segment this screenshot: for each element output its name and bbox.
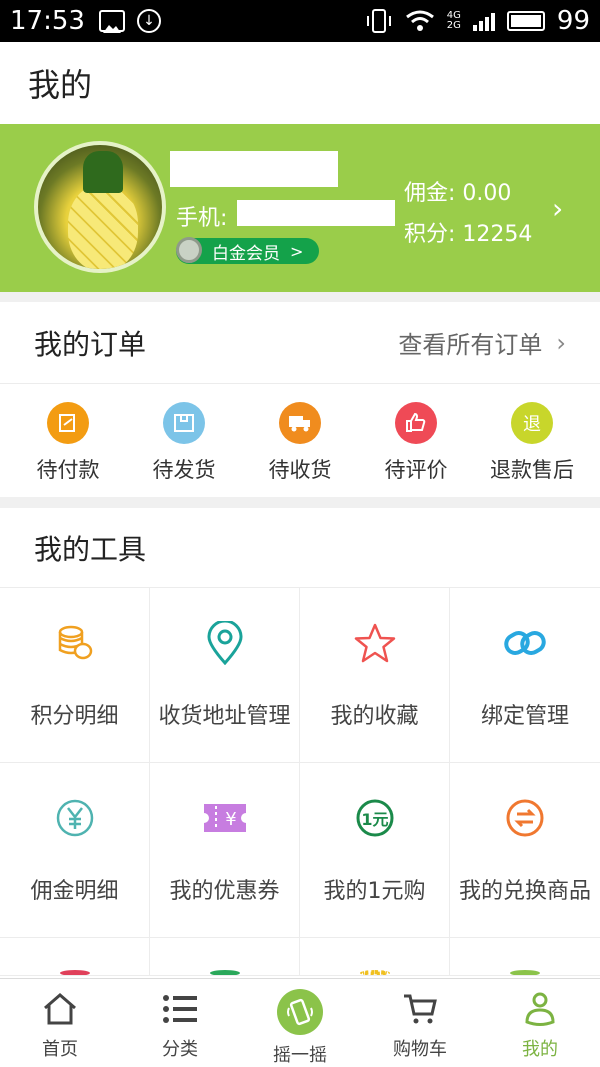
tool-label: 收货地址管理 bbox=[158, 704, 291, 729]
tool-binding-management[interactable]: 绑定管理 bbox=[450, 588, 600, 763]
tool-label: 我的1元购 bbox=[323, 879, 426, 904]
order-pending-review[interactable]: 待评价 bbox=[361, 402, 471, 484]
partial-icon bbox=[359, 970, 390, 975]
yen-circle-icon bbox=[52, 795, 98, 841]
page-title: 我的 bbox=[28, 66, 93, 104]
tool-exchange-goods[interactable]: 我的兑换商品 bbox=[450, 763, 600, 938]
tool-favorites[interactable]: 我的收藏 bbox=[300, 588, 450, 763]
view-all-orders-label: 查看所有订单 bbox=[398, 331, 543, 359]
bottom-tab-bar: 首页 分类 摇一摇 购物车 我的 bbox=[0, 978, 600, 1067]
truck-icon bbox=[279, 402, 321, 444]
order-label: 待评价 bbox=[384, 458, 448, 482]
page-header: 我的 bbox=[0, 42, 600, 124]
profile-card[interactable]: 手机: 白金会员 > 佣金: 0.00 积分: 12254 › bbox=[0, 124, 600, 292]
star-icon bbox=[352, 620, 398, 666]
tab-mine[interactable]: 我的 bbox=[480, 979, 600, 1067]
tool-label: 佣金明细 bbox=[30, 879, 119, 904]
order-refund[interactable]: 退 退款售后 bbox=[477, 402, 587, 484]
vibrate-icon bbox=[366, 9, 391, 33]
tool-partial[interactable] bbox=[450, 938, 600, 976]
tab-home[interactable]: 首页 bbox=[0, 979, 120, 1067]
cart-icon bbox=[400, 989, 440, 1029]
status-bar: 17:53 ↓ 4G 2G 99 bbox=[0, 0, 600, 42]
tool-partial[interactable] bbox=[0, 938, 150, 976]
box-icon bbox=[163, 402, 205, 444]
partial-icon bbox=[510, 970, 540, 975]
tab-label: 摇一摇 bbox=[273, 1045, 327, 1066]
refund-icon: 退 bbox=[511, 402, 553, 444]
battery-icon bbox=[506, 11, 545, 31]
user-icon bbox=[520, 989, 560, 1029]
svg-text:¥: ¥ bbox=[225, 809, 236, 830]
tab-label: 我的 bbox=[522, 1039, 558, 1060]
coins-icon bbox=[52, 620, 98, 666]
coupon-icon: ¥ bbox=[202, 795, 248, 841]
member-chevron: > bbox=[290, 241, 304, 261]
one-yuan-icon: 1元 bbox=[352, 795, 398, 841]
tab-label: 分类 bbox=[162, 1039, 198, 1060]
partial-icon bbox=[59, 970, 90, 975]
medal-icon bbox=[176, 237, 202, 263]
tool-partial[interactable] bbox=[150, 938, 300, 976]
order-pending-shipment[interactable]: 待发货 bbox=[129, 402, 239, 484]
wifi-icon bbox=[405, 10, 434, 31]
tool-coupons[interactable]: ¥ 我的优惠券 bbox=[150, 763, 300, 938]
avatar[interactable] bbox=[34, 141, 166, 273]
phone-label: 手机: bbox=[176, 206, 228, 231]
partial-icon bbox=[209, 970, 240, 975]
order-pending-payment[interactable]: 待付款 bbox=[13, 402, 123, 484]
tool-label: 我的收藏 bbox=[330, 704, 419, 729]
tool-label: 我的兑换商品 bbox=[458, 879, 591, 904]
status-time: 17:53 bbox=[10, 6, 85, 36]
exchange-icon bbox=[502, 795, 548, 841]
tool-partial[interactable] bbox=[300, 938, 450, 976]
download-icon: ↓ bbox=[136, 9, 161, 33]
tool-address-management[interactable]: 收货地址管理 bbox=[150, 588, 300, 763]
location-pin-icon bbox=[202, 620, 248, 666]
tool-points-detail[interactable]: 积分明细 bbox=[0, 588, 150, 763]
order-label: 待付款 bbox=[36, 458, 100, 482]
order-pending-receipt[interactable]: 待收货 bbox=[245, 402, 355, 484]
tool-commission-detail[interactable]: 佣金明细 bbox=[0, 763, 150, 938]
refund-icon-text: 退 bbox=[523, 414, 541, 435]
tool-label: 绑定管理 bbox=[480, 704, 569, 729]
wallet-icon bbox=[47, 402, 89, 444]
tab-label: 购物车 bbox=[393, 1039, 447, 1060]
my-tools-section: 我的工具 积分明细 收货地址管理 我的收藏 绑定管理 佣金明细 ¥ 我的优惠券 … bbox=[0, 508, 600, 978]
network-4g-icon: 4G 2G bbox=[446, 10, 461, 31]
member-level-badge[interactable]: 白金会员 > bbox=[176, 237, 319, 264]
tab-category[interactable]: 分类 bbox=[120, 979, 240, 1067]
image-icon bbox=[98, 10, 125, 33]
thumbs-up-icon bbox=[395, 402, 437, 444]
chevron-right-icon[interactable]: › bbox=[552, 192, 563, 225]
username-redacted bbox=[170, 151, 338, 187]
shake-phone-icon bbox=[277, 989, 323, 1035]
tool-one-yuan-purchase[interactable]: 1元 我的1元购 bbox=[300, 763, 450, 938]
order-label: 待发货 bbox=[152, 458, 216, 482]
orders-header[interactable]: 我的订单 查看所有订单 › bbox=[0, 302, 600, 384]
phone-redacted bbox=[237, 200, 395, 226]
tab-cart[interactable]: 购物车 bbox=[360, 979, 480, 1067]
tab-label: 首页 bbox=[42, 1039, 78, 1060]
signal-icon bbox=[472, 11, 495, 31]
link-icon bbox=[502, 620, 548, 666]
commission-value: 佣金: 0.00 bbox=[404, 181, 512, 206]
list-icon bbox=[160, 989, 200, 1029]
home-icon bbox=[40, 989, 80, 1029]
tab-shake[interactable]: 摇一摇 bbox=[240, 979, 360, 1067]
member-level-label: 白金会员 bbox=[212, 243, 280, 264]
orders-title: 我的订单 bbox=[34, 327, 147, 361]
points-value: 积分: 12254 bbox=[404, 222, 533, 247]
svg-text:1元: 1元 bbox=[361, 810, 388, 829]
tool-label: 我的优惠券 bbox=[169, 879, 280, 904]
tools-title: 我的工具 bbox=[0, 508, 600, 588]
order-label: 待收货 bbox=[268, 458, 332, 482]
order-label: 退款售后 bbox=[490, 458, 574, 482]
battery-level: 99 bbox=[556, 6, 590, 36]
tool-label: 积分明细 bbox=[30, 704, 119, 729]
my-orders-section: 我的订单 查看所有订单 › 待付款 待发货 待收货 待评价 退 退款售后 bbox=[0, 302, 600, 497]
view-all-orders-link[interactable]: 查看所有订单 › bbox=[398, 325, 566, 360]
chevron-right-icon: › bbox=[556, 328, 566, 357]
